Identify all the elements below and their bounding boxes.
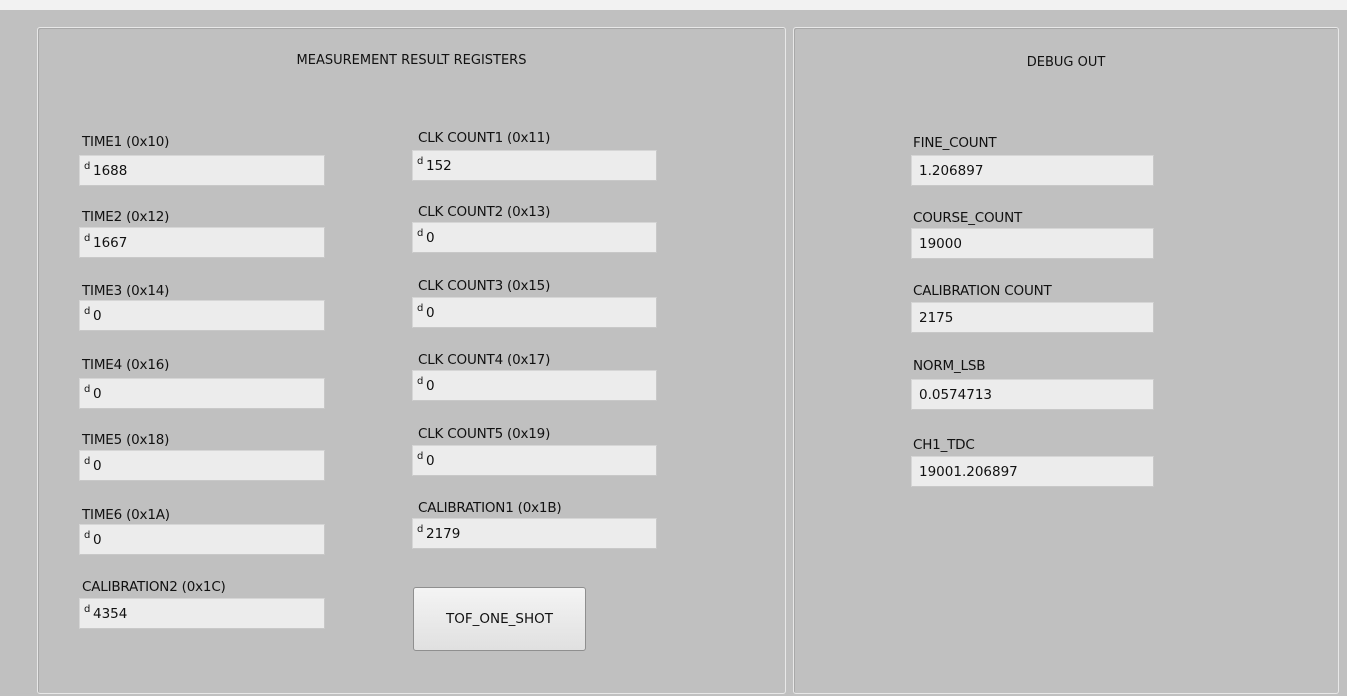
decimal-radix-indicator: d: [84, 604, 91, 615]
clk-count5-field[interactable]: d 0: [412, 445, 657, 476]
calibration1-label: CALIBRATION1 (0x1B): [418, 500, 562, 516]
time2-label: TIME2 (0x12): [82, 209, 170, 225]
decimal-radix-indicator: d: [84, 161, 91, 172]
calibration2-field[interactable]: d 4354: [79, 598, 325, 629]
time5-label: TIME5 (0x18): [82, 432, 170, 448]
calibration2-label: CALIBRATION2 (0x1C): [82, 579, 226, 595]
time3-field[interactable]: d 0: [79, 300, 325, 331]
time4-label: TIME4 (0x16): [82, 357, 170, 373]
decimal-radix-indicator: d: [84, 456, 91, 467]
clk-count1-field[interactable]: d 152: [412, 150, 657, 181]
decimal-radix-indicator: d: [84, 530, 91, 541]
measurement-panel-title: MEASUREMENT RESULT REGISTERS: [296, 53, 527, 68]
clk-count3-label: CLK COUNT3 (0x15): [418, 278, 551, 294]
calibration-count-field[interactable]: 2175: [911, 302, 1154, 333]
ch1-tdc-field[interactable]: 19001.206897: [911, 456, 1154, 487]
time3-label: TIME3 (0x14): [82, 283, 170, 299]
clk-count4-field[interactable]: d 0: [412, 370, 657, 401]
clk-count1-label: CLK COUNT1 (0x11): [418, 130, 551, 146]
clk-count5-value: 0: [426, 453, 435, 469]
decimal-radix-indicator: d: [417, 228, 424, 239]
course-count-value: 19000: [919, 236, 962, 252]
tof-one-shot-button[interactable]: TOF_ONE_SHOT: [413, 587, 586, 651]
tof-one-shot-button-label: TOF_ONE_SHOT: [446, 611, 553, 627]
time6-label: TIME6 (0x1A): [82, 507, 170, 523]
course-count-label: COURSE_COUNT: [913, 210, 1023, 226]
decimal-radix-indicator: d: [84, 233, 91, 244]
time1-label: TIME1 (0x10): [82, 134, 170, 150]
decimal-radix-indicator: d: [84, 306, 91, 317]
time5-field[interactable]: d 0: [79, 450, 325, 481]
decimal-radix-indicator: d: [417, 376, 424, 387]
time6-value: 0: [93, 532, 102, 548]
decimal-radix-indicator: d: [417, 156, 424, 167]
debug-panel-title: DEBUG OUT: [1026, 55, 1106, 70]
time4-field[interactable]: d 0: [79, 378, 325, 409]
decimal-radix-indicator: d: [417, 451, 424, 462]
norm-lsb-field[interactable]: 0.0574713: [911, 379, 1154, 410]
time4-value: 0: [93, 386, 102, 402]
debug-out-panel: DEBUG OUT: [793, 27, 1339, 694]
time1-field[interactable]: d 1688: [79, 155, 325, 186]
time2-value: 1667: [93, 235, 128, 251]
fine-count-label: FINE_COUNT: [913, 135, 997, 151]
time6-field[interactable]: d 0: [79, 524, 325, 555]
calibration-count-label: CALIBRATION COUNT: [913, 283, 1052, 299]
clk-count2-label: CLK COUNT2 (0x13): [418, 204, 551, 220]
clk-count2-field[interactable]: d 0: [412, 222, 657, 253]
time2-field[interactable]: d 1667: [79, 227, 325, 258]
ch1-tdc-value: 19001.206897: [919, 464, 1018, 480]
fine-count-value: 1.206897: [919, 163, 984, 179]
clk-count4-label: CLK COUNT4 (0x17): [418, 352, 551, 368]
time5-value: 0: [93, 458, 102, 474]
clk-count3-value: 0: [426, 305, 435, 321]
calibration1-field[interactable]: d 2179: [412, 518, 657, 549]
norm-lsb-label: NORM_LSB: [913, 358, 986, 374]
time1-value: 1688: [93, 163, 128, 179]
decimal-radix-indicator: d: [417, 303, 424, 314]
fine-count-field[interactable]: 1.206897: [911, 155, 1154, 186]
top-border: [0, 0, 1347, 10]
clk-count5-label: CLK COUNT5 (0x19): [418, 426, 551, 442]
time3-value: 0: [93, 308, 102, 324]
clk-count1-value: 152: [426, 158, 452, 174]
clk-count3-field[interactable]: d 0: [412, 297, 657, 328]
calibration2-value: 4354: [93, 606, 128, 622]
decimal-radix-indicator: d: [417, 524, 424, 535]
decimal-radix-indicator: d: [84, 384, 91, 395]
clk-count4-value: 0: [426, 378, 435, 394]
ch1-tdc-label: CH1_TDC: [913, 437, 975, 453]
norm-lsb-value: 0.0574713: [919, 387, 993, 403]
calibration-count-value: 2175: [919, 310, 954, 326]
calibration1-value: 2179: [426, 526, 461, 542]
course-count-field[interactable]: 19000: [911, 228, 1154, 259]
clk-count2-value: 0: [426, 230, 435, 246]
